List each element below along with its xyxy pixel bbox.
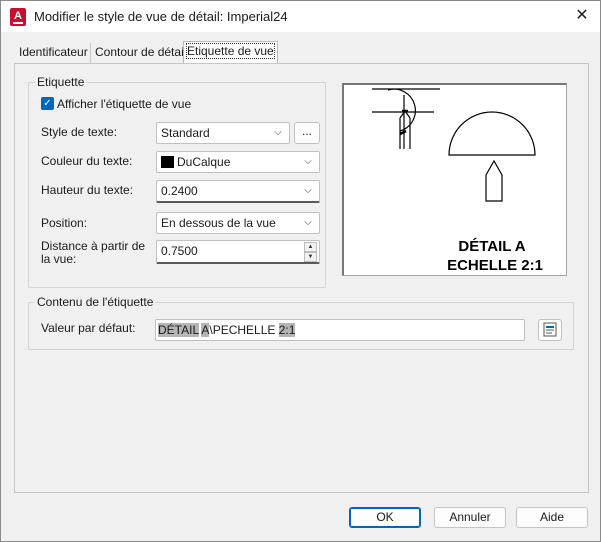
label-preview: DÉTAIL A ECHELLE 2:1 [342,83,567,276]
preview-dome [448,111,536,156]
field-editor-button[interactable] [538,319,562,341]
text-style-label: Style de texte: [41,125,118,139]
text-field-icon [543,322,557,337]
text-style-value: Standard [161,126,210,140]
preview-shape [485,159,503,202]
text-style-select[interactable]: Standard ⌵ [156,122,290,144]
text-color-value: DuCalque [177,155,231,169]
field-token: DÉTAIL [158,323,199,337]
color-swatch [161,156,174,168]
chevron-down-icon: ⌵ [274,127,282,138]
preview-scale-text: ECHELLE 2:1 [447,257,543,274]
help-button[interactable]: Aide [516,507,588,528]
ok-button[interactable]: OK [349,507,421,528]
dialog-window: A Modifier le style de vue de détail: Im… [0,0,601,542]
text-color-select[interactable]: DuCalque ⌵ [156,151,320,173]
field-token: 2:1 [278,323,296,337]
contenu-group: Contenu de l'étiquette Valeur par défaut… [28,295,574,350]
text-height-value: 0.2400 [161,184,198,198]
show-label-text: Afficher l'étiquette de vue [57,97,192,111]
field-token: \PECHELLE [209,323,279,337]
autocad-app-icon: A [10,8,26,26]
cancel-button[interactable]: Annuler [434,507,506,528]
chevron-down-icon: ⌵ [304,156,312,167]
title-bar: A Modifier le style de vue de détail: Im… [1,1,600,32]
preview-title-text: DÉTAIL A [458,238,525,255]
chevron-down-icon: ⌵ [304,217,312,228]
text-height-label: Hauteur du texte: [41,183,134,197]
tab-label: Etiquette de vue [186,43,275,59]
text-height-select[interactable]: 0.2400 ⌵ [156,180,320,203]
text-color-label: Couleur du texte: [41,154,133,168]
default-value-label: Valeur par défaut: [41,321,136,335]
position-value: En dessous de la vue [161,216,276,230]
window-title: Modifier le style de vue de détail: Impe… [34,9,288,24]
group-title: Etiquette [35,75,87,89]
close-icon[interactable]: ✕ [570,5,594,27]
distance-label: Distance à partir de la vue: [41,239,146,266]
position-label: Position: [41,216,88,230]
default-value-field[interactable]: DÉTAIL A\PECHELLE 2:1 [155,319,525,341]
text-style-browse-button[interactable]: ... [294,122,320,144]
group-title: Contenu de l'étiquette [35,295,156,309]
etiquette-group: Etiquette ✓ Afficher l'étiquette de vue … [28,75,326,288]
spin-up-icon[interactable]: ▲ [304,242,317,252]
tab-identificateur[interactable]: Identificateur [15,43,92,63]
preview-circle-arc [387,88,416,132]
distance-value: 0.7500 [161,244,198,258]
show-label-checkbox[interactable]: ✓ [41,97,54,110]
spin-down-icon[interactable]: ▼ [304,252,317,262]
preview-drawing: DÉTAIL A ECHELLE 2:1 [372,88,543,274]
distance-spinner[interactable]: 0.7500 ▲ ▼ [156,240,320,264]
chevron-down-icon: ⌵ [304,185,312,196]
tab-panel: Etiquette ✓ Afficher l'étiquette de vue … [14,63,589,493]
tab-contour-de-detail[interactable]: Contour de détail [90,43,190,63]
position-select[interactable]: En dessous de la vue ⌵ [156,212,320,234]
tab-etiquette-de-vue[interactable]: Etiquette de vue [183,41,278,63]
